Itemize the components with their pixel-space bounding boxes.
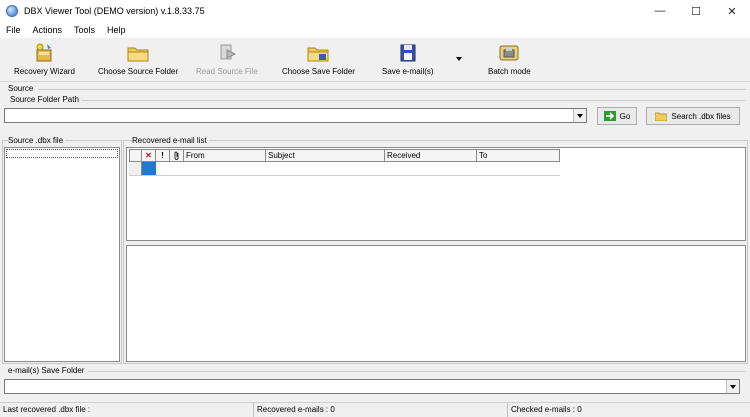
row-selector[interactable] — [129, 162, 142, 176]
source-dbx-label: Source .dbx file — [8, 136, 66, 145]
status-bar: Last recovered .dbx file : Recovered e-m… — [0, 402, 750, 417]
toolbar: Recovery Wizard Choose Source Folder Rea… — [0, 38, 750, 82]
minimize-button[interactable]: — — [642, 0, 678, 22]
row-selected-cell[interactable] — [142, 162, 156, 176]
col-subject[interactable]: Subject — [266, 149, 385, 162]
email-preview-pane[interactable] — [126, 245, 746, 362]
status-checked-count: Checked e-mails : 0 — [511, 405, 582, 414]
status-last-recovered: Last recovered .dbx file : — [0, 402, 254, 417]
recovery-wizard-label: Recovery Wizard — [14, 67, 75, 76]
go-button-label: Go — [619, 111, 631, 121]
save-folder-icon — [307, 47, 329, 62]
go-button[interactable]: Go — [597, 107, 637, 125]
email-list-row[interactable] — [129, 162, 560, 176]
read-file-icon — [220, 44, 237, 60]
batch-mode-button[interactable]: Batch mode — [488, 42, 531, 80]
source-group-label: Source — [8, 84, 36, 93]
paperclip-icon — [174, 151, 178, 160]
col-priority-icon[interactable]: ! — [156, 149, 170, 162]
go-arrow-icon — [603, 111, 616, 121]
save-emails-dropdown-arrow[interactable] — [456, 57, 462, 61]
col-delete-icon[interactable]: ✕ — [142, 149, 156, 162]
source-folder-path-label: Source Folder Path — [10, 95, 81, 104]
save-folder-label: e-mail(s) Save Folder — [8, 366, 87, 375]
read-source-file-button[interactable]: Read Source File — [196, 42, 258, 80]
close-button[interactable]: ✕ — [714, 0, 750, 22]
save-folder-dropdown[interactable] — [726, 380, 739, 393]
col-to[interactable]: To — [477, 149, 560, 162]
folder-path-divider — [82, 100, 746, 101]
email-list-label: Recovered e-mail list — [132, 136, 209, 145]
status-recovered-count: Recovered e-mails : 0 — [254, 402, 508, 417]
maximize-button[interactable]: ☐ — [678, 0, 714, 22]
save-folder-combo[interactable] — [4, 379, 740, 394]
recovery-wizard-button[interactable]: Recovery Wizard — [14, 42, 75, 80]
save-emails-button[interactable]: Save e-mail(s) — [382, 42, 434, 80]
col-attachment-icon[interactable] — [170, 149, 184, 162]
floppy-disk-icon — [400, 44, 416, 62]
save-folder-divider — [88, 371, 746, 372]
email-list-header: ✕ ! From Subject Received To — [129, 149, 560, 162]
save-emails-label: Save e-mail(s) — [382, 67, 434, 76]
source-folder-path-dropdown[interactable] — [573, 109, 586, 122]
choose-source-folder-label: Choose Source Folder — [98, 67, 179, 76]
menu-actions[interactable]: Actions — [27, 25, 69, 35]
menu-tools[interactable]: Tools — [68, 25, 101, 35]
search-folder-icon — [655, 112, 668, 121]
batch-mode-label: Batch mode — [488, 67, 531, 76]
source-dbx-tree[interactable] — [4, 147, 120, 362]
choose-save-folder-label: Choose Save Folder — [282, 67, 355, 76]
title-bar: DBX Viewer Tool (DEMO version) v.1.8.33.… — [0, 0, 750, 22]
tree-focus-item[interactable] — [6, 149, 118, 158]
col-received[interactable]: Received — [385, 149, 477, 162]
menu-file[interactable]: File — [0, 25, 27, 35]
menu-help[interactable]: Help — [101, 25, 132, 35]
batch-mode-icon — [499, 45, 519, 61]
col-selector[interactable] — [129, 149, 142, 162]
window-title: DBX Viewer Tool (DEMO version) v.1.8.33.… — [24, 6, 205, 16]
read-source-file-label: Read Source File — [196, 67, 258, 76]
choose-source-folder-button[interactable]: Choose Source Folder — [98, 42, 178, 80]
source-folder-path-combo[interactable] — [4, 108, 587, 123]
search-dbx-files-button[interactable]: Search .dbx files — [646, 107, 740, 125]
choose-save-folder-button[interactable]: Choose Save Folder — [282, 42, 355, 80]
folder-icon — [127, 47, 149, 62]
source-divider — [38, 89, 746, 90]
col-from[interactable]: From — [184, 149, 266, 162]
row-empty-cells[interactable] — [156, 162, 560, 176]
search-dbx-files-label: Search .dbx files — [671, 111, 731, 121]
wizard-icon — [36, 43, 52, 62]
app-icon — [6, 5, 18, 17]
menu-bar: File Actions Tools Help — [0, 22, 750, 38]
